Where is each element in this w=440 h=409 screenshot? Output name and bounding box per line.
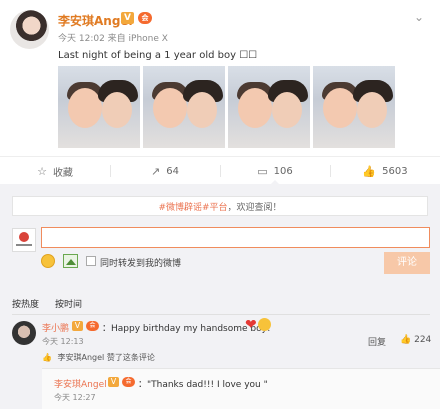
reply-text: ："Thanks dad!!! I love you " — [138, 380, 268, 390]
favorite-label: 收藏 — [52, 167, 73, 179]
photo-3[interactable] — [228, 66, 310, 148]
liked-by-text: 李安琪Angel 赞了这条评论 — [57, 353, 155, 362]
emoji-group: ❤ — [245, 316, 273, 332]
comment-button[interactable]: ▭ 106 — [220, 157, 330, 185]
verified-badge-icon: V — [72, 321, 83, 331]
reply-username[interactable]: 李安琪Angel — [54, 377, 107, 390]
my-avatar — [12, 228, 36, 252]
weibo-post: 李安琪Angel V 会 今天 12:02 来自 iPhone X ⌄ Last… — [0, 0, 440, 150]
photo-2[interactable] — [143, 66, 225, 148]
verified-badge-icon: V — [121, 12, 134, 24]
image-icon[interactable] — [63, 254, 78, 268]
comment-icon: ▭ — [257, 164, 268, 178]
comment-like-button[interactable]: 👍 224 — [400, 335, 431, 345]
post-meta: 今天 12:02 来自 iPhone X — [58, 34, 168, 44]
comment-input[interactable] — [41, 227, 430, 248]
like-count: 5603 — [382, 165, 408, 177]
notice-tag[interactable]: #微博辟谣#平台 — [158, 200, 227, 213]
share-icon: ↗ — [151, 164, 161, 178]
notice-text: ，欢迎查阅！ — [227, 202, 282, 213]
comments-area: #微博辟谣#平台 ，欢迎查阅！ 同时转发到我的微博 评论 按热度 按时间 李小鹏… — [0, 184, 440, 409]
favorite-button[interactable]: ☆ 收藏 — [0, 157, 110, 185]
avatar[interactable] — [12, 321, 36, 345]
action-bar: ☆ 收藏 ↗ 64 ▭ 106 👍 5603 — [0, 156, 440, 185]
repost-count: 64 — [166, 165, 179, 177]
sort-by-hot[interactable]: 按热度 — [12, 297, 39, 310]
kiss-emoji-icon — [258, 318, 271, 331]
reply-button[interactable]: 回复 — [368, 335, 386, 348]
vip-badge-icon: 会 — [122, 377, 135, 387]
star-icon: ☆ — [37, 164, 47, 178]
rumor-notice: #微博辟谣#平台 ，欢迎查阅！ — [12, 196, 428, 216]
comment-count: 106 — [273, 165, 293, 177]
thumbs-up-icon: 👍 — [400, 335, 412, 345]
repost-button[interactable]: ↗ 64 — [110, 157, 220, 185]
divider — [12, 314, 430, 315]
reply-time: 今天 12:27 — [54, 393, 96, 402]
comment-username[interactable]: 李小鹏 — [42, 321, 69, 334]
avatar[interactable] — [10, 10, 49, 49]
verified-badge-icon: V — [108, 377, 119, 387]
photo-4[interactable] — [313, 66, 395, 148]
liked-by-note: 👍 李安琪Angel 赞了这条评论 — [42, 352, 155, 363]
heart-icon: ❤ — [245, 317, 257, 333]
also-repost-label: 同时转发到我的微博 — [100, 259, 182, 269]
chevron-down-icon[interactable]: ⌄ — [410, 10, 428, 24]
vip-badge-icon: 会 — [138, 12, 152, 24]
submit-comment-button[interactable]: 评论 — [384, 252, 430, 274]
thumbs-up-icon: 👍 — [42, 353, 52, 362]
thumbs-up-icon: 👍 — [362, 164, 377, 178]
comment-time: 今天 12:13 — [42, 337, 84, 346]
photo-1[interactable] — [58, 66, 140, 148]
sort-by-time[interactable]: 按时间 — [55, 297, 82, 310]
emoji-icon[interactable] — [41, 254, 55, 268]
comment-like-count: 224 — [414, 335, 432, 345]
vip-badge-icon: 会 — [86, 321, 99, 331]
post-text: Last night of being a 1 year old boy ☐☐ — [58, 50, 258, 61]
also-repost-checkbox[interactable] — [86, 256, 96, 266]
like-button[interactable]: 👍 5603 — [330, 157, 440, 185]
reply-item: 李安琪Angel V 会 ："Thanks dad!!! I love you … — [42, 368, 440, 409]
